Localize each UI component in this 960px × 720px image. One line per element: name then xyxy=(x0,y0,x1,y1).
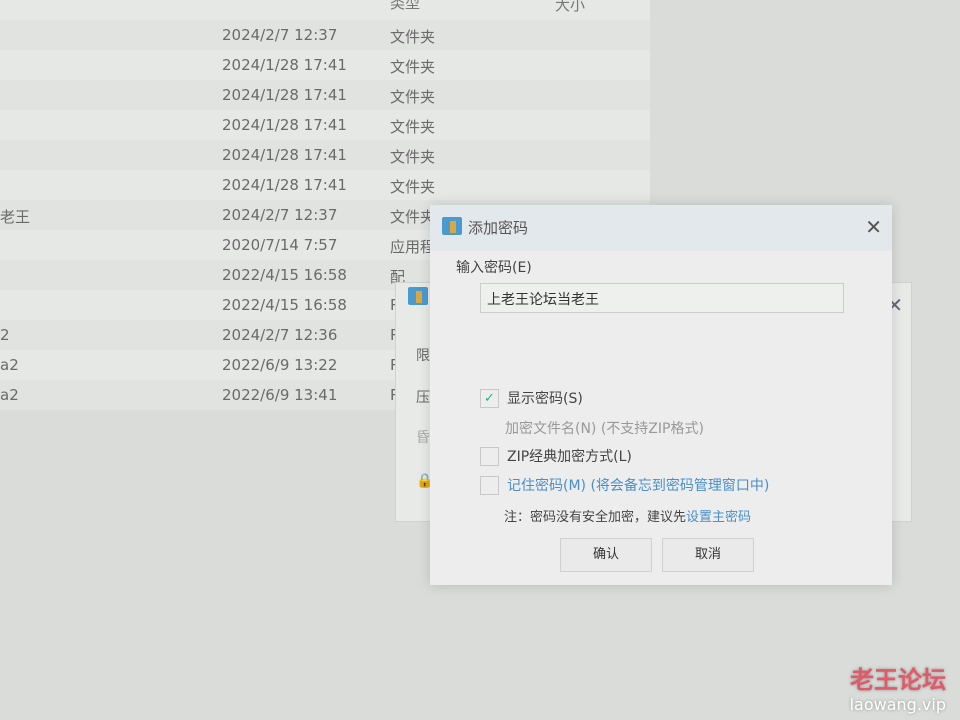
header-type[interactable]: 类型 xyxy=(390,0,420,13)
cell-type: 文件夹 xyxy=(390,148,436,166)
cell-date: 2024/2/7 12:37 xyxy=(222,26,338,44)
encrypt-filenames-option: 加密文件名(N) (不支持ZIP格式) xyxy=(505,418,704,438)
cell-date: 2022/4/15 16:58 xyxy=(222,296,347,314)
cell-name: 老王 xyxy=(0,208,31,226)
cell-date: 2022/4/15 16:58 xyxy=(222,266,347,284)
cell-date: 2024/1/28 17:41 xyxy=(222,116,347,134)
remember-password-label: 记住密码(M) (将会备忘到密码管理窗口中) xyxy=(507,478,770,494)
cell-name: 2 xyxy=(0,326,10,344)
note-text: 注：密码没有安全加密，建议先 xyxy=(504,510,687,525)
cell-type: 文件夹 xyxy=(390,88,436,106)
table-row[interactable]: 2024/1/28 17:41 文件夹 xyxy=(0,110,650,140)
zip-classic-checkbox[interactable]: ZIP经典加密方式(L) xyxy=(480,446,632,466)
cell-name: a2 xyxy=(0,356,19,374)
dialog-titlebar[interactable]: 添加密码 ✕ xyxy=(430,205,892,251)
cell-date: 2024/1/28 17:41 xyxy=(222,86,347,104)
cell-date: 2024/2/7 12:36 xyxy=(222,326,338,344)
check-icon: ✓ xyxy=(480,388,499,408)
table-row[interactable]: 2024/1/28 17:41 文件夹 xyxy=(0,140,650,170)
table-row[interactable]: 2024/1/28 17:41 文件夹 xyxy=(0,50,650,80)
zip-classic-label: ZIP经典加密方式(L) xyxy=(507,449,632,465)
cell-type: 文件夹 xyxy=(390,28,436,46)
checkbox-box xyxy=(480,475,499,495)
cell-date: 2022/6/9 13:22 xyxy=(222,356,338,374)
cell-type: 文件夹 xyxy=(390,118,436,136)
close-icon[interactable]: ✕ xyxy=(865,215,882,239)
bg-item[interactable]: 压 xyxy=(416,387,430,407)
cancel-button[interactable]: 取消 xyxy=(662,538,754,572)
archive-icon xyxy=(408,287,428,305)
cell-date: 2020/7/14 7:57 xyxy=(222,236,338,254)
table-row[interactable]: 2024/2/7 12:37 文件夹 xyxy=(0,20,650,50)
table-row[interactable]: 2024/1/28 17:41 文件夹 xyxy=(0,80,650,110)
cell-date: 2024/1/28 17:41 xyxy=(222,146,347,164)
cell-date: 2024/1/28 17:41 xyxy=(222,56,347,74)
watermark-text: 老王论坛 xyxy=(850,666,946,694)
dialog-title: 添加密码 xyxy=(468,219,529,237)
bg-item[interactable]: 昏 xyxy=(416,427,430,447)
table-row[interactable]: 2024/1/28 17:41 文件夹 xyxy=(0,170,650,200)
password-label: 输入密码(E) xyxy=(456,260,532,276)
archive-icon xyxy=(442,217,462,235)
cell-type: 文件夹 xyxy=(390,178,436,196)
show-password-checkbox[interactable]: ✓ 显示密码(S) xyxy=(480,388,583,408)
add-password-dialog: 添加密码 ✕ 输入密码(E) 上老王论坛当老王 ✓ 显示密码(S) 加密文件名(N… xyxy=(430,205,892,585)
password-input[interactable]: 上老王论坛当老王 xyxy=(480,283,844,313)
checkbox-box xyxy=(480,446,499,466)
cell-name: a2 xyxy=(0,386,19,404)
watermark: 老王论坛 laowang.vip xyxy=(850,660,946,714)
remember-password-checkbox[interactable]: 记住密码(M) (将会备忘到密码管理窗口中) xyxy=(480,475,769,495)
note: 注：密码没有安全加密，建议先设置主密码 xyxy=(504,506,751,525)
cell-date: 2024/1/28 17:41 xyxy=(222,176,347,194)
cell-date: 2024/2/7 12:37 xyxy=(222,206,338,224)
cell-date: 2022/6/9 13:41 xyxy=(222,386,338,404)
show-password-label: 显示密码(S) xyxy=(507,391,583,407)
bg-item[interactable]: 限 xyxy=(416,345,430,365)
watermark-url: laowang.vip xyxy=(849,695,946,714)
header-size[interactable]: 大小 xyxy=(555,0,585,15)
encrypt-filenames-label: 加密文件名(N) (不支持ZIP格式) xyxy=(505,421,704,437)
cell-type: 文件夹 xyxy=(390,58,436,76)
set-master-password-link[interactable]: 设置主密码 xyxy=(686,510,751,525)
ok-button[interactable]: 确认 xyxy=(560,538,652,572)
